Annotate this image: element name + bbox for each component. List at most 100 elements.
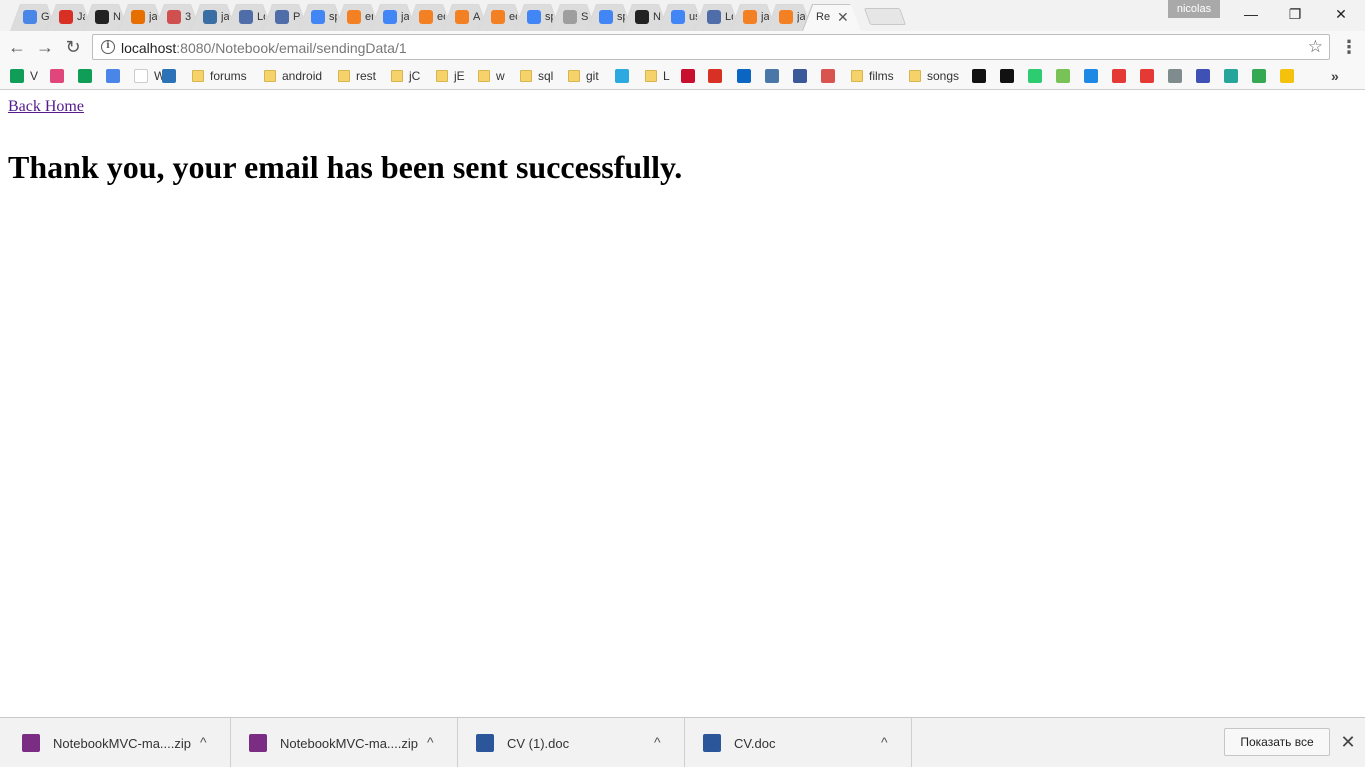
success-message: Thank you, your email has been sent succ… (8, 149, 683, 185)
bookmark-item[interactable] (708, 67, 722, 85)
bookmark-folder[interactable]: git (568, 67, 599, 85)
bookmark-label: jC (409, 69, 421, 83)
bookmark-item[interactable] (821, 67, 835, 85)
new-tab-button[interactable] (863, 8, 907, 25)
bookmark-item[interactable] (1056, 67, 1070, 85)
chevron-up-icon[interactable]: ^ (654, 732, 661, 752)
chevron-up-icon[interactable]: ^ (881, 732, 888, 752)
folder-icon (192, 70, 204, 82)
back-home-link[interactable]: Back Home (8, 98, 84, 116)
folder-icon (645, 70, 657, 82)
bookmark-item[interactable] (972, 67, 986, 85)
window-close-button[interactable]: ✕ (1318, 0, 1364, 28)
tab-strip: GJaNja3jaLoPasperjaecAecspSpspNusLojajaR… (0, 0, 1365, 31)
info-icon[interactable]: i (101, 40, 115, 54)
bookmark-item[interactable] (1112, 67, 1126, 85)
bookmark-item[interactable] (1168, 67, 1182, 85)
download-item[interactable]: CV (1).doc ^ (458, 718, 685, 767)
bookmark-folder[interactable]: jC (391, 67, 420, 85)
bookmark-folder[interactable]: films (851, 67, 894, 85)
bookmark-label: jE (454, 69, 465, 83)
tab-close-icon[interactable]: ✕ (837, 8, 849, 26)
bookmark-item[interactable] (1224, 67, 1238, 85)
bookmark-item[interactable] (78, 67, 92, 85)
bookmark-folder[interactable]: songs (909, 67, 959, 85)
facebook-icon (793, 69, 807, 83)
forward-button[interactable]: → (33, 35, 57, 59)
folder-icon (909, 70, 921, 82)
bookmark-item[interactable] (162, 67, 176, 85)
minimize-button[interactable]: — (1228, 0, 1274, 28)
bookmark-item[interactable] (50, 67, 64, 85)
drupal-icon (615, 69, 629, 83)
bookmark-folder[interactable]: w (478, 67, 505, 85)
info-red-icon (1112, 69, 1126, 83)
bookmark-item[interactable] (1140, 67, 1154, 85)
chevron-up-icon[interactable]: ^ (427, 732, 434, 752)
bookmark-item[interactable] (1084, 67, 1098, 85)
github-icon (635, 10, 649, 24)
url-text[interactable]: localhost:8080/Notebook/email/sendingDat… (121, 40, 407, 56)
bookmark-item[interactable] (106, 67, 120, 85)
active-tab[interactable]: Re ✕ (802, 4, 860, 31)
bookmark-label: forums (210, 69, 247, 83)
folder-icon (264, 70, 276, 82)
magnet-icon (681, 69, 695, 83)
bookmarks-overflow-button[interactable]: » (1331, 66, 1339, 86)
download-item[interactable]: CV.doc ^ (685, 718, 912, 767)
bookmark-label: V (30, 69, 39, 83)
bookmark-item[interactable] (1000, 67, 1014, 85)
java-icon (131, 10, 145, 24)
close-shelf-button[interactable]: ✕ (1338, 730, 1358, 754)
bookmark-item[interactable]: V (10, 67, 38, 85)
winrar-icon (22, 734, 40, 752)
folder-icon (568, 70, 580, 82)
stackoverflow-icon (347, 10, 361, 24)
address-bar[interactable]: i localhost:8080/Notebook/email/sendingD… (92, 34, 1330, 60)
google-icon (527, 10, 541, 24)
folder-icon (436, 70, 448, 82)
bookmark-folder[interactable]: L (645, 67, 670, 85)
url-path: :8080/Notebook/email/sendingData/1 (176, 40, 407, 56)
bookmark-item[interactable] (765, 67, 779, 85)
bookmark-item[interactable] (737, 67, 751, 85)
scjp-icon (1196, 69, 1210, 83)
bookmark-item[interactable] (1028, 67, 1042, 85)
bookmark-folder[interactable]: rest (338, 67, 376, 85)
bookmark-item[interactable] (793, 67, 807, 85)
profile-button[interactable]: nicolas (1168, 0, 1220, 18)
download-filename: CV.doc (734, 736, 776, 751)
bookmark-item[interactable] (681, 67, 695, 85)
tab-title: Re (816, 11, 830, 23)
calendar-icon (821, 69, 835, 83)
bookmark-item[interactable] (1280, 67, 1294, 85)
google-translate-icon (23, 10, 37, 24)
stackoverflow-icon (419, 10, 433, 24)
download-filename: NotebookMVC-ma....zip (53, 736, 191, 751)
browser-toolbar: ← → ↻ i localhost:8080/Notebook/email/se… (0, 31, 1365, 63)
bookmark-item[interactable] (615, 67, 629, 85)
bookmark-folder[interactable]: android (264, 67, 322, 85)
url-host: localhost (121, 40, 177, 56)
restore-button[interactable]: ❐ (1272, 0, 1318, 28)
stackoverflow-icon (491, 10, 505, 24)
show-all-downloads-button[interactable]: Показать все (1224, 728, 1330, 756)
bookmark-item[interactable]: W (134, 67, 165, 85)
bookmark-star-icon[interactable]: ☆ (1308, 36, 1323, 58)
bookmark-label: L (663, 69, 670, 83)
tree-icon (1224, 69, 1238, 83)
chevron-up-icon[interactable]: ^ (200, 732, 207, 752)
download-item[interactable]: NotebookMVC-ma....zip ^ (4, 718, 231, 767)
bookmark-folder[interactable]: sql (520, 67, 553, 85)
back-button[interactable]: ← (5, 35, 29, 59)
bookmark-folder[interactable]: jE (436, 67, 465, 85)
browser-menu-button[interactable]: ⋮ (1340, 35, 1358, 59)
winrar-icon (249, 734, 267, 752)
bookmark-item[interactable] (1196, 67, 1210, 85)
bookmark-folder[interactable]: forums (192, 67, 247, 85)
bookmark-item[interactable] (1252, 67, 1266, 85)
reload-button[interactable]: ↻ (61, 35, 85, 59)
google-icon (671, 10, 685, 24)
download-item[interactable]: NotebookMVC-ma....zip ^ (231, 718, 458, 767)
jr-icon (972, 69, 986, 83)
